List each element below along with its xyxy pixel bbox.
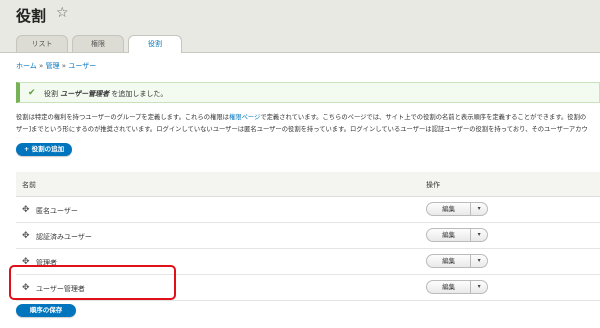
description-text: で定義されています。こちらのページでは、サイト上での役割の名前と表示順序を定義す… — [260, 114, 587, 121]
tab-permissions[interactable]: 権限 — [72, 35, 124, 52]
chevron-down-icon[interactable]: ▾ — [470, 281, 487, 293]
breadcrumb-separator: » — [39, 62, 44, 70]
chevron-down-icon[interactable]: ▾ — [470, 255, 487, 267]
drag-handle-icon[interactable]: ✥ — [22, 205, 30, 215]
edit-button[interactable]: 編集 — [427, 281, 470, 293]
table-header: 名前 操作 — [16, 172, 600, 197]
breadcrumb-admin-link[interactable]: 管理 — [46, 62, 60, 70]
operations-dropbutton: 編集 ▾ — [426, 202, 488, 216]
roles-description: 役割は特定の権利を持つユーザーのグループを定義します。これらの権限は権限ページで… — [16, 112, 600, 136]
edit-button[interactable]: 編集 — [427, 229, 470, 241]
status-message-text: 役割 ユーザー管理者 を追加しました。 — [44, 89, 167, 99]
role-name: 認証済みユーザー — [36, 233, 92, 241]
page-title: 役割 — [16, 7, 47, 25]
message-suffix: を追加しました。 — [111, 90, 168, 98]
star-outline-icon[interactable]: ☆ — [56, 5, 69, 21]
status-message: ✔ 役割 ユーザー管理者 を追加しました。 — [16, 82, 600, 103]
edit-button[interactable]: 編集 — [427, 255, 470, 267]
drag-handle-icon[interactable]: ✥ — [22, 231, 30, 241]
breadcrumb-users-link[interactable]: ユーザー — [68, 62, 96, 70]
message-prefix: 役割 — [44, 90, 58, 98]
edit-button[interactable]: 編集 — [427, 203, 470, 215]
operations-dropbutton: 編集 ▾ — [426, 254, 488, 268]
add-role-button[interactable]: + 役割の追加 — [16, 143, 72, 156]
breadcrumb-home-link[interactable]: ホーム — [16, 62, 37, 70]
permissions-page-link[interactable]: 権限ページ — [229, 114, 260, 121]
tab-bar: リスト 権限 役割 — [16, 35, 186, 53]
column-header-name: 名前 — [22, 181, 36, 189]
tab-roles[interactable]: 役割 — [128, 35, 182, 53]
operations-dropbutton: 編集 ▾ — [426, 228, 488, 242]
breadcrumb-separator: » — [61, 62, 67, 70]
breadcrumb: ホーム » 管理 » ユーザー — [16, 61, 96, 71]
page-header: 役割 ☆ リスト 権限 役割 — [0, 0, 600, 53]
highlight-annotation — [9, 265, 176, 300]
description-text: 役割は特定の権利を持つユーザーのグループを定義します。これらの権限は — [16, 114, 229, 121]
description-text: ザー]までという形にするのが推奨されています。ログインしていないユーザーは匿名ユ… — [16, 126, 588, 133]
table-row: ✥ 認証済みユーザー 編集 ▾ — [16, 223, 600, 249]
column-header-operations: 操作 — [426, 181, 440, 189]
tab-list[interactable]: リスト — [16, 35, 68, 52]
operations-dropbutton: 編集 ▾ — [426, 280, 488, 294]
role-name: 匿名ユーザー — [36, 207, 78, 215]
table-row: ✥ 匿名ユーザー 編集 ▾ — [16, 197, 600, 223]
message-role-name: ユーザー管理者 — [60, 90, 110, 98]
checkmark-icon: ✔ — [28, 88, 36, 98]
chevron-down-icon[interactable]: ▾ — [470, 229, 487, 241]
save-order-button[interactable]: 順序の保存 — [16, 304, 76, 317]
chevron-down-icon[interactable]: ▾ — [470, 203, 487, 215]
